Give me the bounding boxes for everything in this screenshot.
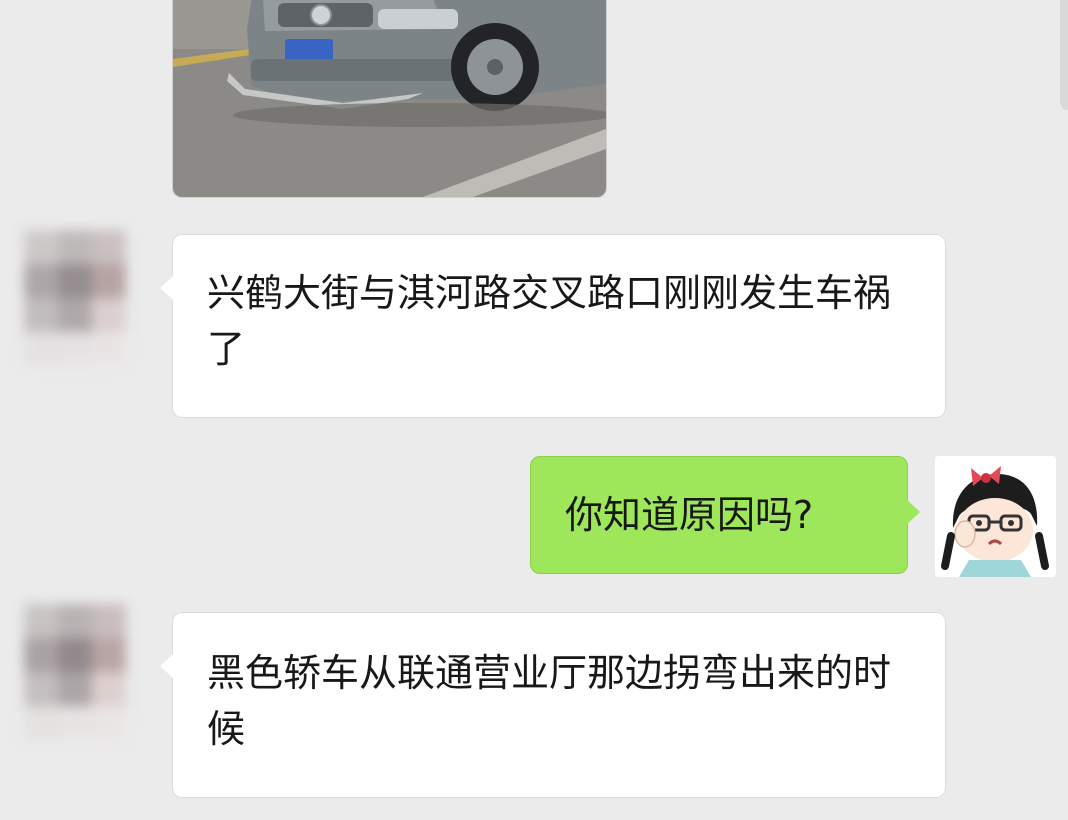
message-text: 兴鹤大街与淇河路交叉路口刚刚发生车祸了 — [207, 271, 892, 371]
scrollbar[interactable] — [1060, 0, 1068, 110]
incoming-message-bubble[interactable]: 兴鹤大街与淇河路交叉路口刚刚发生车祸了 — [160, 234, 946, 418]
contact-avatar[interactable] — [14, 230, 140, 366]
bubble-tail — [906, 499, 920, 525]
message-text: 你知道原因吗? — [565, 493, 814, 537]
contact-avatar[interactable] — [14, 604, 140, 740]
car-photo — [173, 0, 606, 197]
incoming-message-bubble[interactable]: 黑色轿车从联通营业厅那边拐弯出来的时候 — [160, 612, 946, 798]
cartoon-girl-icon — [935, 456, 1056, 577]
message-photo[interactable] — [172, 0, 607, 198]
self-avatar[interactable] — [935, 456, 1056, 577]
outgoing-message-bubble[interactable]: 你知道原因吗? — [530, 456, 920, 574]
bubble-tail — [160, 275, 174, 301]
bubble-tail — [160, 653, 174, 679]
message-text: 黑色轿车从联通营业厅那边拐弯出来的时候 — [207, 651, 892, 751]
